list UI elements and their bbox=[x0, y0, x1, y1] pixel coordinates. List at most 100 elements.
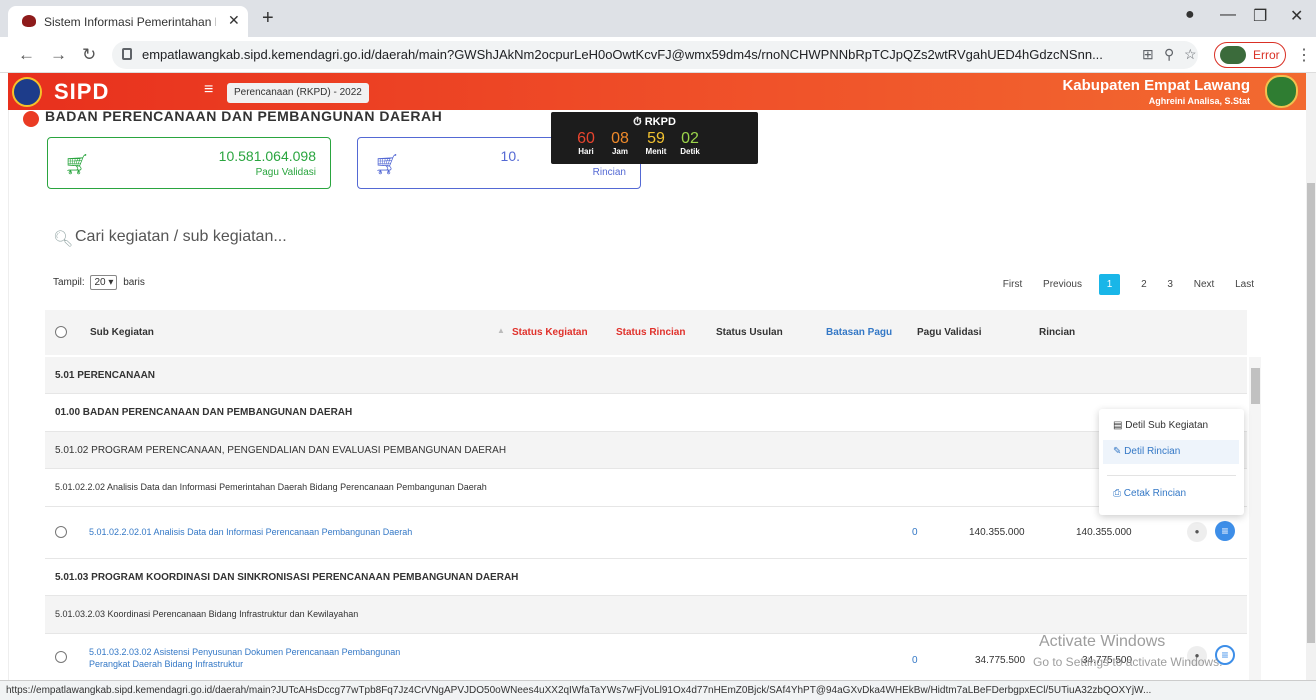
back-icon[interactable]: ← bbox=[18, 45, 35, 65]
regional-crest-icon bbox=[1265, 75, 1298, 108]
new-tab-icon[interactable]: + bbox=[262, 8, 274, 28]
row-action-menu: ▤ Detil Sub Kegiatan ✎ Detil Rincian ⎙ C… bbox=[1099, 409, 1244, 515]
card-label: Pagu Validasi bbox=[255, 167, 316, 178]
module-selector[interactable]: Perencanaan (RKPD) - 2022 bbox=[227, 83, 369, 103]
table-scrollbar-thumb[interactable] bbox=[1251, 368, 1260, 404]
sub-kegiatan-link[interactable]: 5.01.02.2.02.01 Analisis Data dan Inform… bbox=[89, 527, 412, 537]
select-all-radio[interactable] bbox=[55, 326, 67, 338]
section-title: BADAN PERENCANAAN DAN PEMBANGUNAN DAERAH bbox=[45, 110, 443, 124]
main-content: BADAN PERENCANAAN DAN PEMBANGUNAN DAERAH… bbox=[8, 110, 1306, 680]
col-status-rincian[interactable]: Status Rincian bbox=[616, 327, 685, 338]
cart-icon: 🛒︎ bbox=[64, 154, 90, 176]
page-length-select[interactable]: 20 ▾ bbox=[90, 275, 118, 290]
url-input[interactable]: empatlawangkab.sipd.kemendagri.go.id/dae… bbox=[112, 41, 1198, 69]
page-scrollbar-thumb[interactable] bbox=[1307, 183, 1315, 643]
timer-hours: 08 Jam bbox=[611, 130, 629, 156]
batasan-pagu-value: 0 bbox=[912, 527, 918, 538]
translate-icon[interactable]: ⊞ bbox=[1142, 46, 1154, 63]
garuda-emblem-icon bbox=[12, 77, 42, 107]
length-prefix: Tampil: bbox=[53, 277, 85, 288]
menu-detil-rincian[interactable]: ✎ Detil Rincian bbox=[1113, 446, 1180, 457]
profile-icon[interactable]: ● bbox=[1185, 6, 1195, 24]
pagu-validasi-card: 🛒︎ 10.581.064.098 Pagu Validasi bbox=[47, 137, 331, 189]
reload-icon[interactable]: ↻ bbox=[82, 45, 96, 65]
region-name: Kabupaten Empat Lawang bbox=[1062, 77, 1250, 94]
app-logo[interactable]: SIPD bbox=[54, 79, 109, 105]
error-label: Error bbox=[1253, 48, 1280, 62]
pager-page-1[interactable]: 1 bbox=[1098, 274, 1121, 295]
app-header: SIPD ≡ Perencanaan (RKPD) - 2022 Kabupat… bbox=[8, 73, 1306, 110]
pager-last[interactable]: Last bbox=[1235, 279, 1254, 290]
table-row[interactable]: 5.01.02 PROGRAM PERENCANAAN, PENGENDALIA… bbox=[45, 432, 1247, 469]
table-scrollbar[interactable] bbox=[1249, 357, 1261, 680]
table-row[interactable]: 5.01 PERENCANAAN bbox=[45, 357, 1247, 394]
table-row[interactable]: 5.01.03.2.03 Koordinasi Perencanaan Bida… bbox=[45, 596, 1247, 634]
browser-menu-icon[interactable]: ⋮ bbox=[1296, 45, 1312, 65]
col-status-kegiatan[interactable]: Status Kegiatan bbox=[512, 327, 588, 338]
forward-icon[interactable]: → bbox=[50, 45, 67, 65]
sort-asc-icon[interactable]: ▲ bbox=[497, 326, 505, 335]
col-pagu-validasi[interactable]: Pagu Validasi bbox=[917, 327, 981, 338]
row-radio[interactable] bbox=[55, 651, 67, 663]
timer-days: 60 Hari bbox=[577, 130, 595, 156]
site-favicon-icon bbox=[22, 15, 36, 27]
lock-icon bbox=[122, 48, 132, 60]
tab-title: Sistem Informasi Pemerintahan D bbox=[44, 15, 216, 29]
windows-watermark-title: Activate Windows bbox=[1039, 633, 1166, 650]
minimize-icon[interactable]: — bbox=[1220, 6, 1236, 24]
col-status-usulan[interactable]: Status Usulan bbox=[716, 327, 783, 338]
table-row[interactable]: 5.01.02.2.02.01 Analisis Data dan Inform… bbox=[45, 507, 1247, 559]
card-value: 10.581.064.098 bbox=[218, 148, 316, 164]
table-row[interactable]: 5.01.03 PROGRAM KOORDINASI DAN SINKRONIS… bbox=[45, 559, 1247, 596]
print-icon: ⎙ bbox=[1113, 488, 1124, 499]
pager-page-3[interactable]: 3 bbox=[1167, 279, 1173, 290]
profile-error-button[interactable]: Error bbox=[1214, 42, 1286, 68]
sub-kegiatan-link[interactable]: 5.01.03.2.03.02 Asistensi Penyusunan Dok… bbox=[89, 647, 400, 657]
timer-minutes: 59 Menit bbox=[645, 130, 667, 156]
browser-tab[interactable]: Sistem Informasi Pemerintahan D ✕ bbox=[8, 6, 248, 37]
table-header: Sub Kegiatan ▲ Status Kegiatan Status Ri… bbox=[45, 310, 1247, 355]
status-bar-url: https://empatlawangkab.sipd.kemendagri.g… bbox=[0, 680, 1316, 700]
table-row[interactable]: 5.01.02.2.02 Analisis Data dan Informasi… bbox=[45, 469, 1247, 507]
browser-tab-bar: Sistem Informasi Pemerintahan D ✕ + ● — … bbox=[0, 0, 1316, 37]
windows-watermark-text: Go to Settings to activate Windows. bbox=[1033, 655, 1223, 669]
pagu-validasi-value: 34.775.500 bbox=[975, 655, 1026, 666]
search-icon: 🔍︎ bbox=[53, 231, 74, 248]
comment-icon[interactable]: ● bbox=[1187, 522, 1207, 542]
length-suffix: baris bbox=[123, 277, 145, 288]
table-body: 5.01 PERENCANAAN 01.00 BADAN PERENCANAAN… bbox=[45, 357, 1247, 680]
user-name[interactable]: Aghreini Analisa, S.Stat bbox=[1149, 96, 1250, 106]
rincian-value: 140.355.000 bbox=[1076, 527, 1132, 538]
menu-divider bbox=[1107, 475, 1236, 476]
pager-page-2[interactable]: 2 bbox=[1141, 279, 1147, 290]
file-icon: ▤ bbox=[1113, 420, 1126, 431]
timer-title: RKPD bbox=[644, 116, 676, 128]
card-value: 10. bbox=[500, 148, 520, 164]
page-scrollbar[interactable] bbox=[1306, 73, 1316, 680]
bookmark-star-icon[interactable]: ☆ bbox=[1184, 46, 1197, 63]
col-batasan-pagu[interactable]: Batasan Pagu bbox=[826, 327, 892, 338]
hamburger-menu-icon[interactable]: ≡ bbox=[204, 81, 213, 99]
menu-cetak-rincian[interactable]: ⎙ Cetak Rincian bbox=[1113, 488, 1186, 499]
window-close-icon[interactable]: ✕ bbox=[1290, 6, 1303, 26]
address-bar: ← → ↻ empatlawangkab.sipd.kemendagri.go.… bbox=[0, 37, 1316, 73]
pager-first[interactable]: First bbox=[1003, 279, 1022, 290]
tab-close-icon[interactable]: ✕ bbox=[228, 12, 240, 29]
avatar bbox=[1220, 46, 1246, 64]
pager-previous[interactable]: Previous bbox=[1043, 279, 1082, 290]
search-input[interactable] bbox=[75, 228, 435, 246]
table-row[interactable]: 01.00 BADAN PERENCANAAN DAN PEMBANGUNAN … bbox=[45, 394, 1247, 432]
pager-next[interactable]: Next bbox=[1194, 279, 1215, 290]
menu-detil-sub-kegiatan[interactable]: ▤ Detil Sub Kegiatan bbox=[1113, 420, 1208, 431]
zoom-icon[interactable]: ⚲ bbox=[1164, 46, 1174, 63]
sub-kegiatan-link-line2[interactable]: Perangkat Daerah Bidang Infrastruktur bbox=[89, 659, 243, 669]
restore-icon[interactable]: ❐ bbox=[1253, 6, 1267, 26]
col-rincian[interactable]: Rincian bbox=[1039, 327, 1075, 338]
col-sub-kegiatan[interactable]: Sub Kegiatan bbox=[90, 327, 154, 338]
actions-menu-icon[interactable]: ≡ bbox=[1215, 521, 1235, 541]
batasan-pagu-value: 0 bbox=[912, 655, 918, 666]
page-length-control: Tampil: 20 ▾ baris bbox=[53, 275, 145, 290]
row-radio[interactable] bbox=[55, 526, 67, 538]
url-text: empatlawangkab.sipd.kemendagri.go.id/dae… bbox=[142, 47, 1103, 62]
pagination: First Previous 1 2 3 Next Last bbox=[985, 274, 1254, 295]
